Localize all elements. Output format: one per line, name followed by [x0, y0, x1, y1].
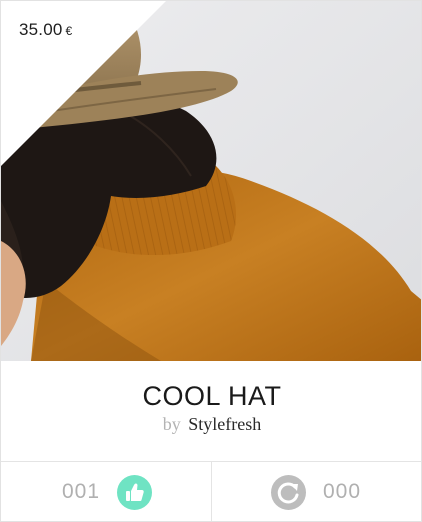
- thumbs-up-icon: [126, 483, 144, 501]
- repost-button[interactable]: [271, 475, 306, 510]
- product-title[interactable]: COOL HAT: [1, 381, 421, 412]
- brand-link[interactable]: Stylefresh: [188, 414, 261, 434]
- repost-icon: [277, 482, 299, 504]
- like-count: 001: [62, 480, 101, 503]
- action-bar: 001 000: [1, 461, 421, 521]
- product-byline: by Stylefresh: [1, 414, 421, 435]
- action-divider: [211, 462, 212, 521]
- product-info: COOL HAT by Stylefresh: [1, 361, 421, 461]
- product-card[interactable]: 35.00 € COOL HAT by Stylefresh 001 000: [0, 0, 422, 522]
- price-currency: €: [65, 24, 73, 38]
- price-value: 35.00: [19, 20, 63, 39]
- repost-count: 000: [323, 480, 362, 503]
- price-tag: 35.00 €: [19, 20, 72, 40]
- like-button[interactable]: [117, 475, 152, 510]
- by-label: by: [162, 414, 181, 434]
